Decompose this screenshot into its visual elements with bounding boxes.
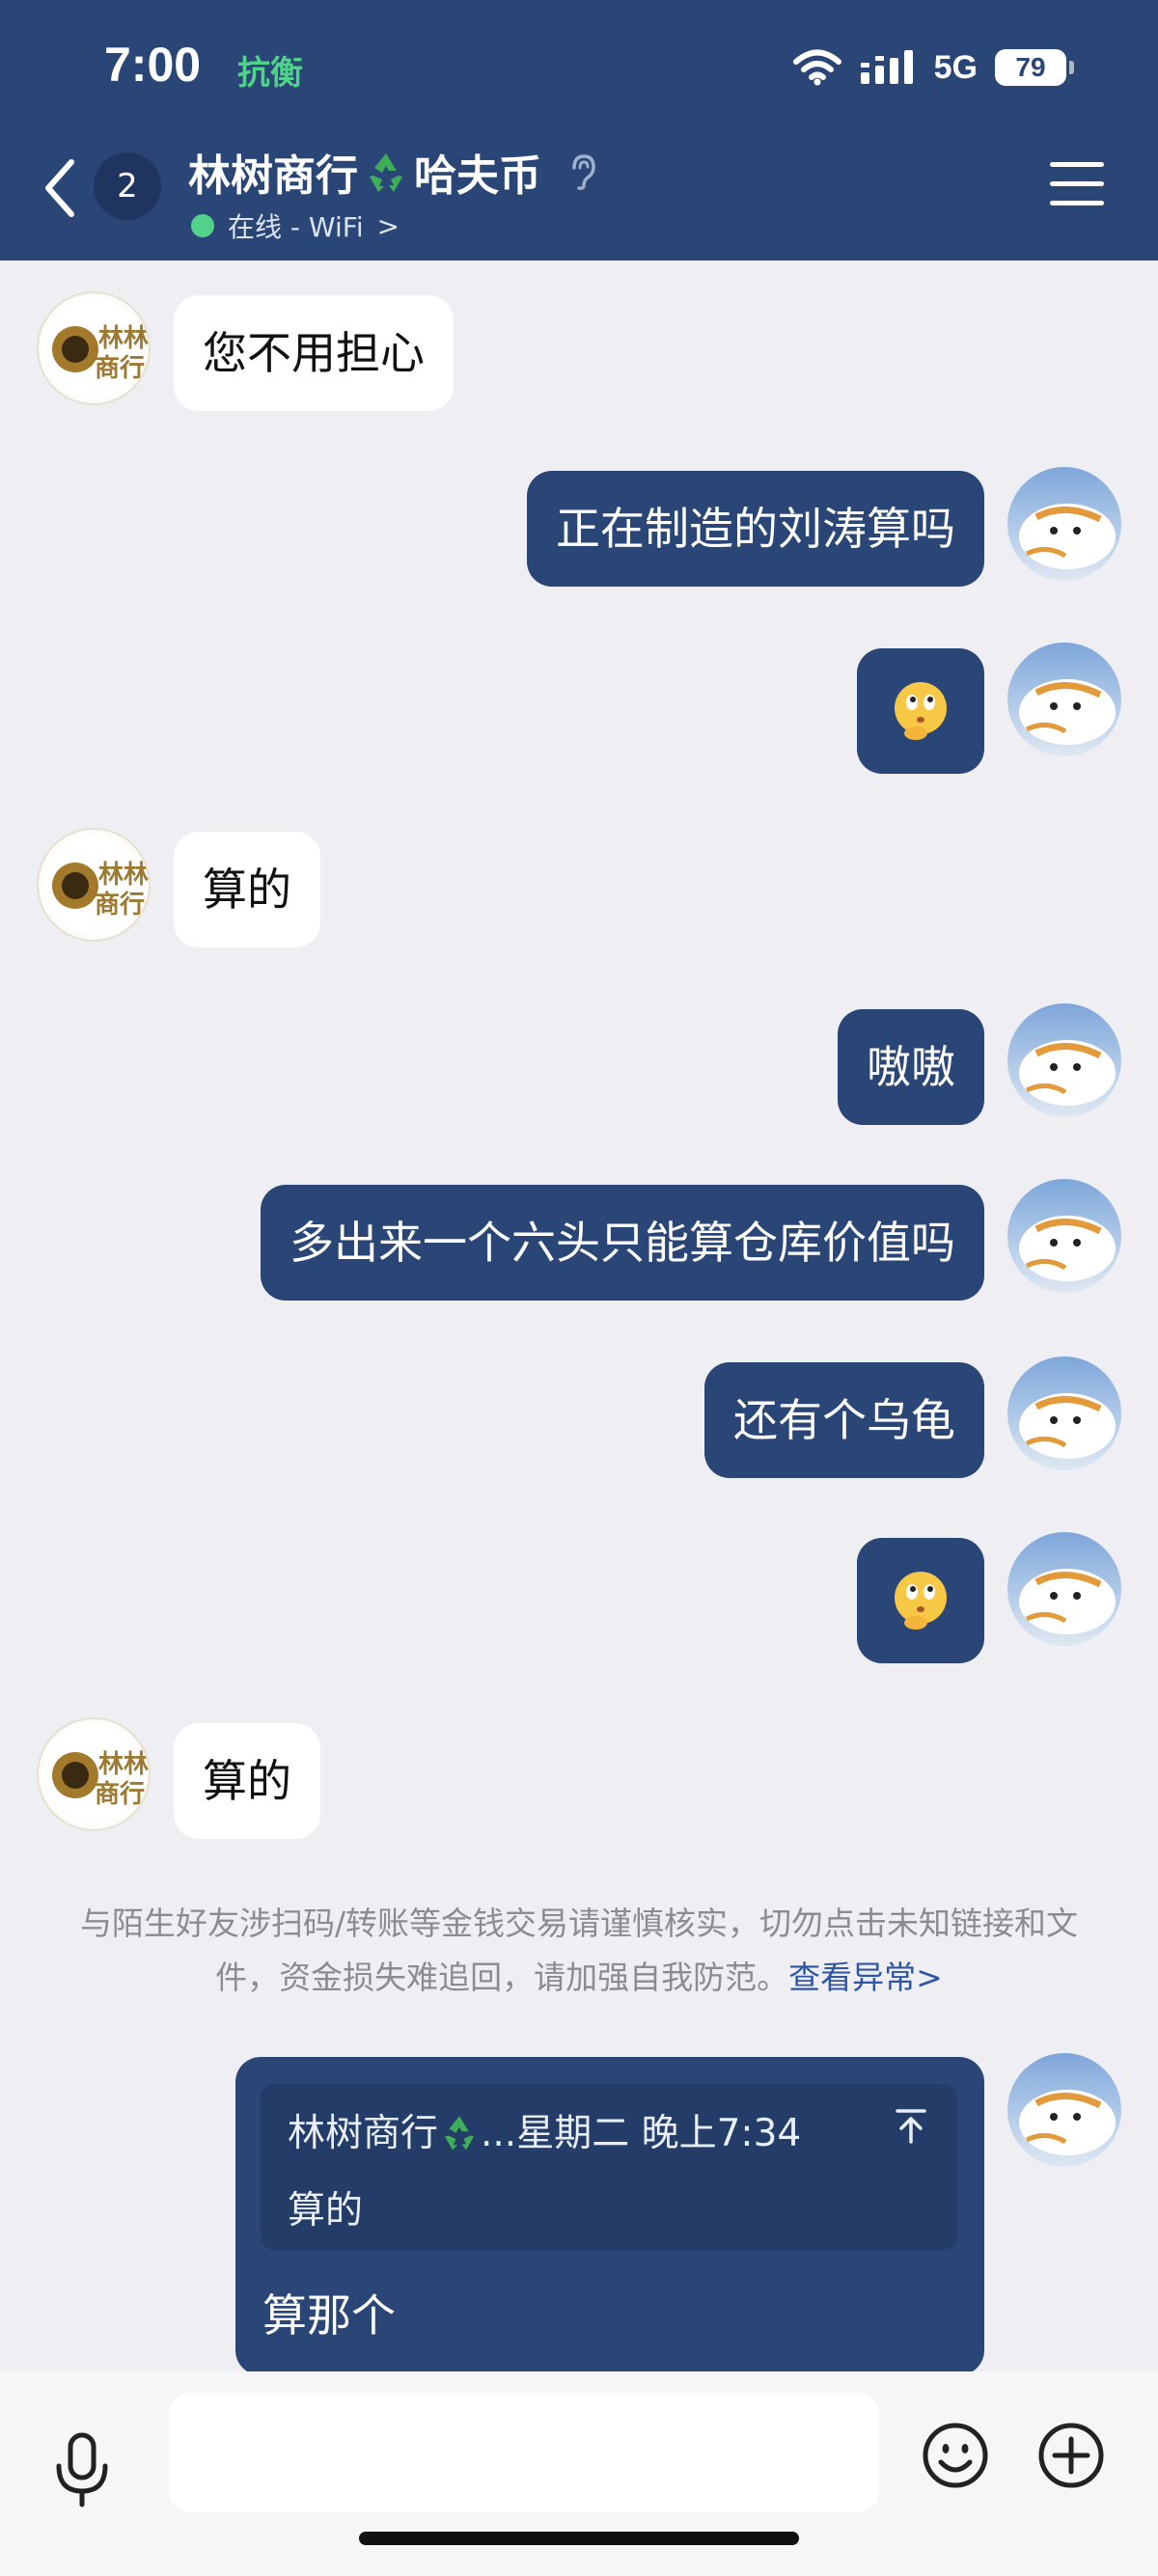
- quote-sender-ellipsis: ...: [481, 2112, 517, 2155]
- safety-notice: 与陌生好友涉扫码/转账等金钱交易请谨慎核实，切勿点击未知链接和文件，资金损失难追…: [58, 1897, 1100, 2005]
- svg-text:商行: 商行: [95, 353, 145, 383]
- message-bubble-outgoing[interactable]: 正在制造的刘涛算吗: [527, 471, 984, 587]
- presence-text: 在线 - WiFi: [228, 211, 364, 243]
- contact-avatar[interactable]: 林林 商行: [37, 291, 151, 405]
- svg-text:商行: 商行: [95, 890, 145, 919]
- svg-text:林林: 林林: [98, 861, 149, 890]
- message-bubble-emoji[interactable]: [857, 648, 984, 774]
- quote-header: 林树商行 ...星期二 晚上7:34: [288, 2103, 801, 2157]
- thinking-emoji-icon: [895, 682, 947, 740]
- chat-title[interactable]: 林树商行 哈夫币: [188, 141, 599, 203]
- my-avatar[interactable]: [1007, 2053, 1121, 2167]
- my-avatar[interactable]: [1007, 1179, 1121, 1293]
- ear-icon: [572, 154, 595, 190]
- quoted-message[interactable]: 林树商行 ...星期二 晚上7:34 算的: [261, 2084, 957, 2250]
- presence-status[interactable]: 在线 - WiFi >: [191, 206, 400, 245]
- svg-text:林林: 林林: [98, 324, 149, 353]
- unread-count-badge[interactable]: 2: [94, 152, 161, 220]
- message-bubble-incoming[interactable]: 算的: [174, 832, 320, 947]
- wifi-icon: [792, 49, 841, 86]
- message-bubble-outgoing[interactable]: 多出来一个六头只能算仓库价值吗: [261, 1185, 984, 1301]
- my-avatar[interactable]: [1007, 467, 1121, 581]
- message-bubble-incoming[interactable]: 您不用担心: [174, 295, 454, 411]
- top-header: 7:00 抗衡 5G 79 2 林树商行 哈夫币 在线 - WiFi >: [0, 0, 1158, 260]
- my-avatar[interactable]: [1007, 1532, 1121, 1646]
- message-bubble-emoji[interactable]: [857, 1538, 984, 1663]
- svg-text:商行: 商行: [95, 1779, 145, 1809]
- plus-icon[interactable]: [1037, 2422, 1105, 2489]
- message-input[interactable]: [169, 2393, 879, 2512]
- menu-icon[interactable]: [1050, 162, 1104, 210]
- status-indicators: 5G 79: [792, 42, 1074, 93]
- reply-text: 算那个: [262, 2289, 396, 2342]
- message-bubble-outgoing[interactable]: 还有个乌龟: [704, 1362, 984, 1478]
- chevron-right-icon: >: [376, 209, 400, 242]
- back-icon[interactable]: [37, 154, 85, 222]
- quote-sender: 林树商行: [288, 2112, 439, 2155]
- network-label: 5G: [933, 48, 978, 86]
- contact-avatar[interactable]: 林林 商行: [37, 1717, 151, 1831]
- svg-text:林林: 林林: [98, 1750, 149, 1779]
- recycle-icon: [370, 153, 402, 192]
- contact-avatar[interactable]: 林林 商行: [37, 828, 151, 942]
- quote-text: 算的: [288, 2189, 364, 2233]
- online-dot: [191, 214, 214, 237]
- signal-icon: [860, 50, 913, 84]
- status-time: 7:00: [104, 38, 202, 92]
- chat-title-suffix: 哈夫币: [414, 151, 541, 201]
- my-avatar[interactable]: [1007, 1003, 1121, 1117]
- quote-time: 星期二 晚上7:34: [516, 2112, 802, 2155]
- message-bubble-outgoing[interactable]: 嗷嗷: [838, 1009, 984, 1125]
- emoji-icon[interactable]: [922, 2422, 989, 2489]
- view-anomaly-link[interactable]: 查看异常>: [788, 1959, 943, 1996]
- home-indicator[interactable]: [359, 2532, 799, 2545]
- recycle-icon: [445, 2116, 474, 2151]
- my-avatar[interactable]: [1007, 1357, 1121, 1470]
- jump-to-top-icon[interactable]: [894, 2107, 928, 2146]
- microphone-icon[interactable]: [50, 2431, 114, 2508]
- message-bubble-quoted-reply[interactable]: 林树商行 ...星期二 晚上7:34 算的 算那个: [235, 2057, 984, 2375]
- status-tag: 抗衡: [237, 54, 303, 93]
- chat-title-name: 林树商行: [188, 151, 358, 201]
- battery-indicator: 79: [995, 49, 1074, 86]
- input-bar: [0, 2371, 1158, 2576]
- message-bubble-incoming[interactable]: 算的: [174, 1723, 320, 1839]
- thinking-emoji-icon: [895, 1572, 947, 1630]
- my-avatar[interactable]: [1007, 643, 1121, 756]
